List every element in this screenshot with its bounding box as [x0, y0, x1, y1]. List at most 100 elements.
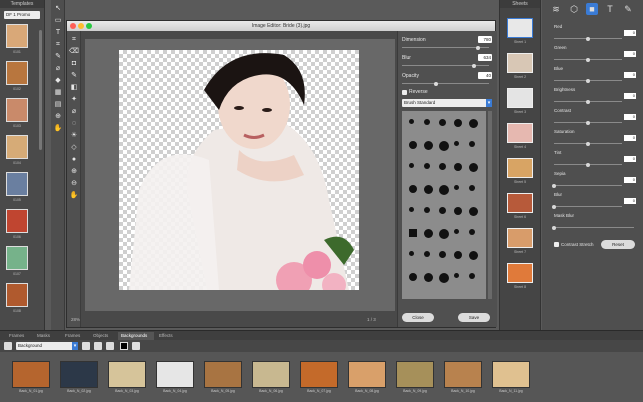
zoom-out-icon[interactable]: ⊖: [69, 179, 79, 189]
bottom-tab[interactable]: Frames: [6, 332, 27, 340]
opacity-slider-knob[interactable]: [433, 81, 438, 86]
brush-grid-scrollbar[interactable]: [488, 111, 492, 299]
background-thumbnail[interactable]: [300, 361, 338, 388]
sheet-thumbnail[interactable]: [507, 158, 533, 178]
background-thumbnail[interactable]: [60, 361, 98, 388]
adjust-slider-knob[interactable]: [586, 36, 590, 41]
add-background-icon[interactable]: [82, 342, 90, 350]
template-thumbnail[interactable]: [6, 24, 28, 48]
eraser-icon[interactable]: ⌫: [69, 47, 79, 57]
eyedropper-tool-icon[interactable]: ⌀: [53, 64, 63, 74]
brush-preset[interactable]: [424, 141, 433, 150]
adjust-slider[interactable]: [552, 204, 622, 209]
folder-icon[interactable]: [94, 342, 102, 350]
adjust-value[interactable]: 0: [624, 177, 636, 183]
adjust-value[interactable]: 0: [624, 93, 636, 99]
brush-preset[interactable]: [469, 229, 475, 235]
background-thumbnail[interactable]: [348, 361, 386, 388]
brush-preset[interactable]: [439, 119, 446, 126]
adjust-slider-knob[interactable]: [586, 57, 590, 62]
sheet-thumbnail[interactable]: [507, 123, 533, 143]
save-button[interactable]: Save: [458, 313, 490, 322]
pen-tool-icon[interactable]: ✎: [53, 52, 63, 62]
zoom-window-icon[interactable]: [86, 23, 92, 29]
sheet-thumbnail[interactable]: [507, 18, 533, 38]
background-thumbnail[interactable]: [108, 361, 146, 388]
opacity-slider[interactable]: [402, 81, 489, 86]
template-thumbnail[interactable]: [6, 172, 28, 196]
dimension-value[interactable]: 780: [478, 36, 492, 43]
brush-preset[interactable]: [469, 119, 478, 128]
dropper-icon[interactable]: ⌀: [69, 107, 79, 117]
brush-preset[interactable]: [424, 273, 433, 282]
close-button[interactable]: Close: [402, 313, 434, 322]
adjust-slider-knob[interactable]: [552, 204, 556, 209]
blur-slider[interactable]: [402, 63, 489, 68]
text-icon[interactable]: T: [604, 3, 616, 15]
template-thumbnail[interactable]: [6, 246, 28, 270]
adjust-slider-knob[interactable]: [586, 78, 590, 83]
brush-preset[interactable]: [424, 119, 430, 125]
bottom-tab[interactable]: Objects: [90, 332, 111, 340]
image-icon[interactable]: [4, 342, 12, 350]
brush-preset[interactable]: [409, 273, 417, 281]
layers-tool-icon[interactable]: ▤: [53, 100, 63, 110]
brush-preset[interactable]: [454, 207, 462, 215]
bottom-tab[interactable]: Backgrounds: [118, 332, 154, 340]
adjust-value[interactable]: 0: [624, 198, 636, 204]
zoom-tool-icon[interactable]: ⊕: [53, 112, 63, 122]
sheet-thumbnail[interactable]: [507, 228, 533, 248]
sheet-thumbnail[interactable]: [507, 263, 533, 283]
brush-preset[interactable]: [439, 185, 449, 195]
template-thumbnail[interactable]: [6, 135, 28, 159]
brush-preset[interactable]: [409, 185, 417, 193]
adjust-value[interactable]: 0: [624, 72, 636, 78]
template-thumbnail[interactable]: [6, 98, 28, 122]
dimension-slider-knob[interactable]: [475, 45, 480, 50]
adjust-slider[interactable]: [554, 99, 622, 104]
contrast-stretch-checkbox[interactable]: [554, 242, 559, 247]
hand-icon[interactable]: ✋: [69, 191, 79, 201]
adjust-slider[interactable]: [554, 78, 622, 83]
brush-preset[interactable]: [439, 251, 446, 258]
brush-preset[interactable]: [424, 229, 433, 238]
brush-icon[interactable]: ✎: [69, 71, 79, 81]
brush-preset[interactable]: [409, 163, 414, 168]
sheet-thumbnail[interactable]: [507, 193, 533, 213]
brush-preset[interactable]: [469, 163, 478, 172]
bottom-tab[interactable]: Masks: [34, 332, 53, 340]
hand-tool-icon[interactable]: ✋: [53, 124, 63, 134]
brush-preset[interactable]: [409, 119, 414, 124]
adjust-value[interactable]: 0: [624, 114, 636, 120]
brush-preset[interactable]: [439, 273, 449, 283]
background-thumbnail[interactable]: [12, 361, 50, 388]
background-thumbnail[interactable]: [204, 361, 242, 388]
brush-preset[interactable]: [439, 207, 446, 214]
sharpen-icon[interactable]: ◇: [69, 143, 79, 153]
adjust-slider-knob[interactable]: [586, 141, 590, 146]
brush-preset[interactable]: [469, 141, 475, 147]
bottom-tab[interactable]: Frames: [62, 332, 83, 340]
wand-icon[interactable]: ✦: [69, 95, 79, 105]
adjust-slider[interactable]: [554, 57, 622, 62]
adjust-slider[interactable]: [554, 141, 622, 146]
blur-slider-knob[interactable]: [472, 63, 477, 68]
background-thumbnail[interactable]: [252, 361, 290, 388]
bottom-tab[interactable]: Effects: [156, 332, 176, 340]
shape-tool-icon[interactable]: ◆: [53, 76, 63, 86]
adjust-slider[interactable]: [552, 183, 622, 188]
dimension-slider[interactable]: [402, 45, 489, 50]
brush-grid[interactable]: [402, 111, 486, 299]
brush-preset[interactable]: [454, 229, 459, 234]
zoom-in-icon[interactable]: ⊕: [69, 167, 79, 177]
brush-preset[interactable]: [454, 273, 459, 278]
brush-preset[interactable]: [454, 185, 459, 190]
crop-icon[interactable]: ⌗: [69, 35, 79, 45]
opacity-value[interactable]: 40: [478, 72, 492, 79]
adjust-slider-knob[interactable]: [552, 225, 556, 230]
sheet-thumbnail[interactable]: [507, 88, 533, 108]
template-thumbnail[interactable]: [6, 283, 28, 307]
brush-preset[interactable]: [409, 141, 417, 149]
adjust-slider[interactable]: [554, 120, 622, 125]
brush-preset[interactable]: [454, 251, 462, 259]
